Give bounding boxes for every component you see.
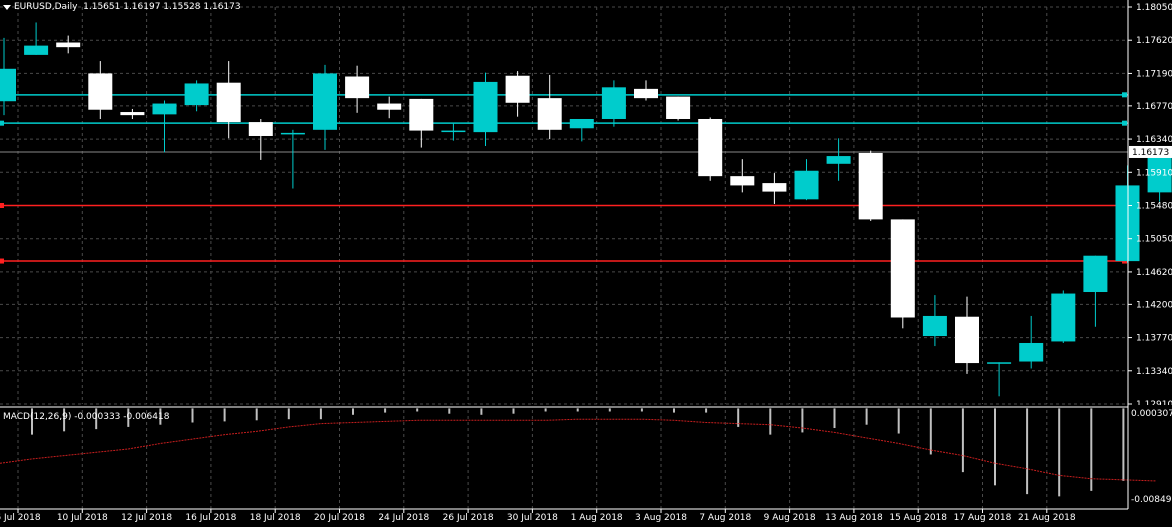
x-tick-label: 18 Jul 2018 (250, 513, 301, 523)
candle-body (120, 112, 145, 116)
macd-y-tick-label: -0.008493 (1131, 495, 1172, 505)
candle-body (280, 132, 305, 135)
candle-body (922, 315, 947, 337)
macd-y-tick-label: 0.000307 (1131, 409, 1172, 419)
candle-body (890, 219, 915, 318)
x-tick-label: 1 Aug 2018 (571, 513, 623, 523)
candle-body (1051, 293, 1076, 342)
candle-body (248, 122, 273, 136)
horizontal-line-handle (0, 258, 4, 264)
candle-body (987, 362, 1012, 364)
horizontal-line-handle (1122, 120, 1127, 126)
x-tick-label: 26 Jul 2018 (443, 513, 494, 523)
candle-body (634, 88, 658, 99)
y-tick-label: 1.17620 (1136, 36, 1172, 46)
symbol-label: EURUSD,Daily (14, 2, 78, 12)
ohlc-values: 1.15651 1.16197 1.15528 1.16173 (83, 2, 241, 12)
candle-body (345, 76, 370, 99)
x-tick-label: 7 Aug 2018 (699, 513, 751, 523)
candle-body (698, 118, 723, 177)
candle-body (762, 183, 787, 192)
x-tick-label: 13 Aug 2018 (825, 513, 883, 523)
x-tick-label: 6 Jul 2018 (0, 513, 41, 523)
x-tick-label: 24 Jul 2018 (378, 513, 429, 523)
candle-body (569, 118, 594, 129)
x-tick-label: 12 Jul 2018 (121, 513, 172, 523)
candle-body (24, 45, 49, 55)
chart-title: EURUSD,Daily 1.15651 1.16197 1.15528 1.1… (14, 2, 241, 12)
x-tick-label: 21 Aug 2018 (1018, 513, 1076, 523)
x-tick-label: 10 Jul 2018 (57, 513, 108, 523)
x-tick-label: 30 Jul 2018 (507, 513, 558, 523)
candle-body (955, 316, 979, 364)
candle-body (505, 75, 530, 103)
candle-body (858, 152, 883, 220)
candle-body (216, 82, 241, 123)
candle-body (313, 73, 337, 130)
candle-body (56, 42, 81, 48)
x-tick-label: 3 Aug 2018 (635, 513, 687, 523)
x-tick-label: 17 Aug 2018 (954, 513, 1012, 523)
y-tick-label: 1.16340 (1136, 135, 1172, 145)
chart-background (0, 0, 1172, 527)
horizontal-line-handle (1122, 92, 1127, 98)
candle-body (184, 83, 209, 106)
candle-body (152, 103, 177, 115)
y-tick-label: 1.15050 (1136, 235, 1172, 245)
y-tick-label: 1.14620 (1136, 268, 1172, 278)
y-tick-label: 1.15910 (1136, 168, 1172, 178)
y-tick-label: 1.13770 (1136, 334, 1172, 344)
symbol-menu-icon[interactable] (3, 5, 11, 10)
x-tick-label: 9 Aug 2018 (764, 513, 816, 523)
y-tick-label: 1.15480 (1136, 202, 1172, 212)
candle-body (473, 81, 498, 133)
horizontal-line-handle (0, 120, 4, 126)
candle-body (377, 103, 402, 110)
candle-body (1083, 255, 1108, 293)
candle-body (601, 87, 626, 119)
current-price-label: 1.16173 (1132, 148, 1169, 158)
y-tick-label: 1.17190 (1136, 69, 1172, 79)
x-tick-label: 20 Jul 2018 (314, 513, 365, 523)
candle-body (794, 170, 819, 200)
candle-body (88, 73, 113, 110)
candle-body (0, 68, 16, 102)
candle-body (666, 96, 691, 119)
y-tick-label: 1.18050 (1136, 3, 1172, 13)
y-tick-label: 1.14200 (1136, 300, 1172, 310)
chart-canvas: 0.000307 -0.008493 1.18050 1.17620 1.17190 1… (0, 0, 1172, 527)
candle-body (441, 130, 466, 133)
macd-label: MACD(12,26,9) -0.000333 -0.006418 (3, 412, 170, 422)
horizontal-line-handle (0, 203, 4, 208)
y-tick-label: 1.13340 (1136, 367, 1172, 377)
candle-body (730, 176, 755, 186)
y-tick-label: 1.16770 (1136, 102, 1172, 112)
candle-body (537, 98, 562, 130)
candle-body (826, 156, 851, 164)
candle-body (1019, 342, 1044, 362)
x-tick-label: 15 Aug 2018 (889, 513, 947, 523)
x-tick-label: 16 Jul 2018 (185, 513, 236, 523)
candle-body (409, 98, 434, 131)
